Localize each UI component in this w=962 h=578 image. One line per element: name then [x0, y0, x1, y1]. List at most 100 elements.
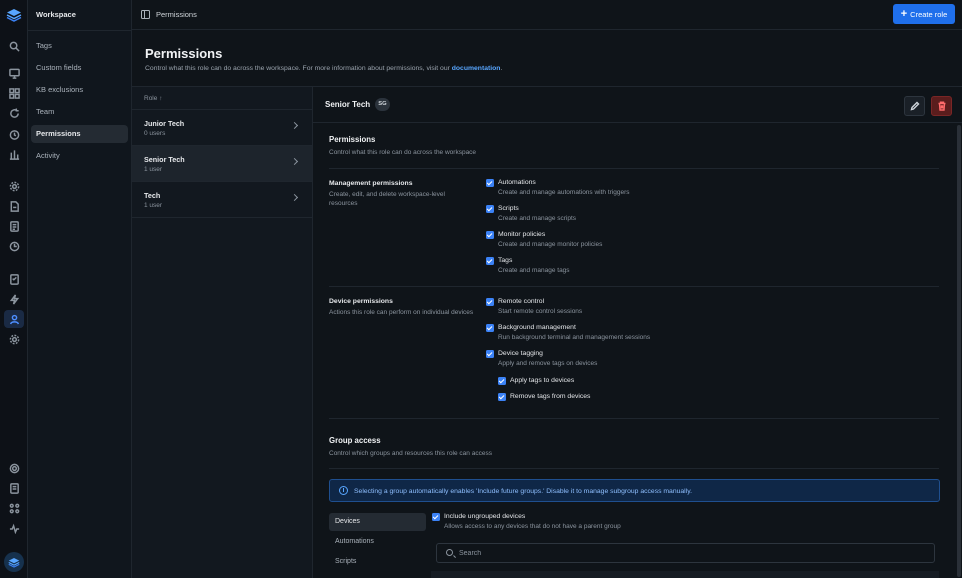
create-role-label: Create role	[910, 9, 948, 19]
roles-list: Role ↑ Junior Tech 0 users Senior Tech 1…	[132, 86, 313, 578]
checkbox-checked[interactable]	[486, 257, 494, 265]
sort-arrow-icon: ↑	[159, 95, 163, 102]
role-name: Tech	[144, 191, 161, 200]
role-detail-header: Senior Tech SG	[313, 87, 962, 123]
chevron-right-icon	[290, 193, 299, 202]
document-icon[interactable]	[8, 200, 20, 212]
info-icon	[339, 486, 348, 495]
breadcrumb: Permissions	[156, 10, 197, 19]
lightning-icon[interactable]	[8, 293, 20, 305]
checkbox-checked[interactable]	[486, 324, 494, 332]
scrollbar[interactable]	[957, 125, 961, 577]
info-banner: Selecting a group automatically enables …	[329, 479, 940, 502]
role-row-tech[interactable]: Tech 1 user	[132, 182, 312, 218]
user-icon[interactable]	[4, 310, 24, 328]
perm-name: Remove tags from devices	[510, 392, 591, 400]
role-initials-badge: SG	[375, 98, 390, 111]
checkbox-checked[interactable]	[486, 298, 494, 306]
history-icon[interactable]	[8, 240, 20, 252]
perm-desc: Run background terminal and management s…	[498, 334, 651, 341]
divider	[329, 468, 939, 469]
integrations-icon[interactable]	[8, 502, 20, 514]
edit-role-button[interactable]	[904, 96, 925, 116]
role-column-header[interactable]: Role ↑	[144, 95, 162, 102]
activity-pulse-icon[interactable]	[8, 522, 20, 534]
gear-icon[interactable]	[8, 333, 20, 345]
grid-icon[interactable]	[8, 87, 20, 99]
perm-desc: Create and manage scripts	[498, 215, 577, 222]
perm-name: Tags	[498, 256, 513, 264]
monitor-icon[interactable]	[8, 67, 20, 79]
sidebar-item-custom-fields[interactable]: Custom fields	[31, 59, 128, 77]
support-icon[interactable]	[8, 462, 20, 474]
trash-icon	[938, 101, 945, 111]
role-row-junior-tech[interactable]: Junior Tech 0 users	[132, 110, 312, 146]
search-input[interactable]	[459, 548, 919, 559]
search-icon[interactable]	[8, 40, 20, 52]
management-permissions-label: Management permissions	[329, 180, 413, 187]
perm-name: Background management	[498, 323, 576, 331]
role-user-count: 0 users	[144, 130, 166, 137]
file-list-icon[interactable]	[8, 220, 20, 232]
checkbox-checked[interactable]	[432, 513, 440, 521]
device-permissions-label: Device permissions	[329, 298, 393, 305]
perm-desc: Start remote control sessions	[498, 308, 583, 315]
tab-automations[interactable]: Automations	[329, 533, 426, 551]
reports-icon[interactable]	[8, 148, 20, 160]
sidebar-item-kb-exclusions[interactable]: KB exclusions	[31, 81, 128, 99]
divider	[329, 286, 939, 287]
top-bar: Permissions + Create role	[132, 0, 962, 30]
divider	[329, 168, 939, 169]
role-user-count: 1 user	[144, 202, 163, 209]
checkbox-checked[interactable]	[486, 350, 494, 358]
group-search[interactable]	[436, 543, 935, 563]
workspace-title: Workspace	[36, 10, 76, 19]
role-detail-panel: Senior Tech SG Permissions Control what …	[313, 86, 962, 578]
management-permissions-desc: Create, edit, and delete workspace-level…	[329, 191, 445, 207]
sidebar-item-permissions[interactable]: Permissions	[31, 125, 128, 143]
checkbox-checked[interactable]	[498, 393, 506, 401]
sidebar-toggle-icon[interactable]	[141, 10, 150, 19]
search-icon	[446, 549, 453, 556]
refresh-icon[interactable]	[8, 107, 20, 119]
checklist-icon[interactable]	[8, 273, 20, 285]
sidebar-divider	[28, 30, 132, 31]
perm-desc: Create and manage automations with trigg…	[498, 189, 630, 196]
sidebar-item-team[interactable]: Team	[31, 103, 128, 121]
plus-icon: +	[900, 7, 908, 20]
create-role-button[interactable]: + Create role	[893, 4, 955, 24]
account-avatar-icon[interactable]	[4, 552, 24, 572]
tab-scripts[interactable]: Scripts	[329, 553, 426, 571]
perm-name: Automations	[498, 178, 536, 186]
checkbox-checked[interactable]	[486, 179, 494, 187]
role-detail-name: Senior Tech	[325, 100, 371, 109]
page-subtitle-period: .	[500, 65, 503, 72]
icon-rail	[0, 0, 28, 578]
notes-icon[interactable]	[8, 482, 20, 494]
checkbox-checked[interactable]	[498, 377, 506, 385]
documentation-link[interactable]: documentation	[452, 65, 501, 72]
settings-gear-icon[interactable]	[8, 180, 20, 192]
perm-name: Scripts	[498, 204, 519, 212]
checkbox-checked[interactable]	[486, 231, 494, 239]
permissions-section-subtitle: Control what this role can do across the…	[329, 149, 477, 156]
sidebar-item-activity[interactable]: Activity	[31, 147, 128, 165]
settings-sidebar: Workspace Tags Custom fields KB exclusio…	[28, 0, 132, 578]
page-subtitle: Control what this role can do across the…	[145, 65, 502, 72]
role-name: Junior Tech	[144, 119, 185, 128]
group-access-subtitle: Control which groups and resources this …	[329, 450, 492, 457]
sidebar-item-tags[interactable]: Tags	[31, 37, 128, 55]
device-permissions-desc: Actions this role can perform on individ…	[329, 309, 474, 316]
page-subtitle-text: Control what this role can do across the…	[145, 65, 450, 72]
checkbox-checked[interactable]	[486, 205, 494, 213]
clock-alert-icon[interactable]	[8, 128, 20, 140]
perm-name: Apply tags to devices	[510, 376, 575, 384]
perm-name: Include ungrouped devices	[444, 512, 526, 520]
perm-name: Device tagging	[498, 349, 543, 357]
tab-devices[interactable]: Devices	[329, 513, 426, 531]
group-access-title: Group access	[329, 436, 381, 445]
delete-role-button[interactable]	[931, 96, 952, 116]
role-row-senior-tech[interactable]: Senior Tech 1 user	[132, 146, 312, 182]
app-logo-icon[interactable]	[6, 8, 22, 22]
perm-desc: Allows access to any devices that do not…	[444, 523, 621, 530]
